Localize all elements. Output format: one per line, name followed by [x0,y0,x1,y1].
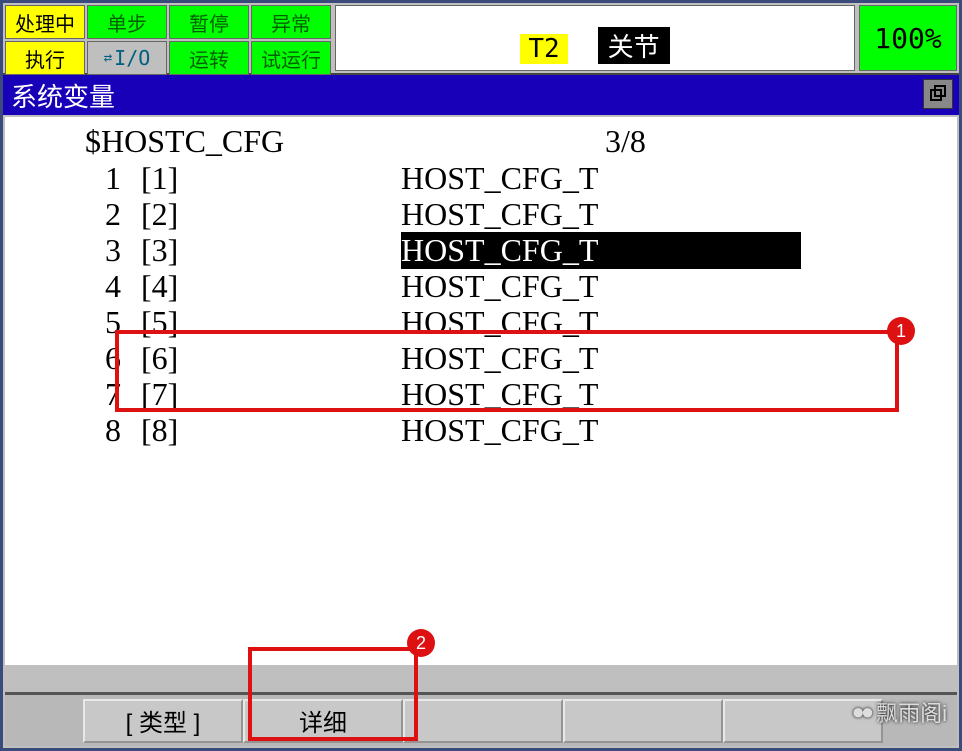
row-bracket: [8] [141,412,401,449]
row-bracket: [3] [141,232,401,269]
run-button[interactable]: 运转 [169,41,249,75]
row-value: HOST_CFG_T [401,196,801,233]
list-item[interactable]: 5[5]HOST_CFG_T [85,304,957,340]
row-bracket: [1] [141,160,401,197]
row-index: 1 [85,160,141,197]
row-bracket: [5] [141,304,401,341]
row-value: HOST_CFG_T [401,160,801,197]
variable-name: $HOSTC_CFG [85,123,605,160]
list-item[interactable]: 6[6]HOST_CFG_T [85,340,957,376]
f4-button[interactable] [563,699,723,743]
row-index: 4 [85,268,141,305]
list-item[interactable]: 7[7]HOST_CFG_T [85,376,957,412]
row-value: HOST_CFG_T [401,268,801,305]
cursor-position: 3/8 [605,123,646,160]
row-value: HOST_CFG_T [401,412,801,449]
row-index: 7 [85,376,141,413]
trial-run-button[interactable]: 试运行 [251,41,331,75]
watermark-text: 飘雨阁i [876,696,947,728]
row-index: 8 [85,412,141,449]
wechat-icon: ●● [852,699,871,725]
row-bracket: [6] [141,340,401,377]
row-index: 6 [85,340,141,377]
status-display: T2 关节 [335,5,855,71]
row-value: HOST_CFG_T [401,304,801,341]
top-status-bar: 处理中 单步 暂停 异常 执行 ⇄ I/O 运转 试运行 T2 关节 100% [3,3,959,75]
window-title-bar: 系统变量 [3,75,959,115]
row-index: 2 [85,196,141,233]
detail-button[interactable]: 详细 [243,699,403,743]
row-value: HOST_CFG_T [401,340,801,377]
execute-button[interactable]: 执行 [5,41,85,75]
io-label: I/O [114,46,150,70]
step-button[interactable]: 单步 [87,5,167,39]
list-item[interactable]: 4[4]HOST_CFG_T [85,268,957,304]
type-button[interactable]: [ 类型 ] [83,699,243,743]
variable-rows: 1[1]HOST_CFG_T2[2]HOST_CFG_T3[3]HOST_CFG… [5,160,957,448]
override-percent[interactable]: 100% [859,5,957,71]
row-bracket: [7] [141,376,401,413]
row-index: 5 [85,304,141,341]
io-button[interactable]: ⇄ I/O [87,41,167,75]
coord-badge: 关节 [598,27,670,64]
window-title: 系统变量 [11,77,115,114]
list-item[interactable]: 8[8]HOST_CFG_T [85,412,957,448]
pause-button[interactable]: 暂停 [169,5,249,39]
swap-icon: ⇄ [104,50,112,66]
list-item[interactable]: 2[2]HOST_CFG_T [85,196,957,232]
variable-header: $HOSTC_CFG 3/8 [5,123,957,160]
row-bracket: [2] [141,196,401,233]
abnormal-button[interactable]: 异常 [251,5,331,39]
function-key-bar: [ 类型 ] 详细 [5,692,957,746]
row-bracket: [4] [141,268,401,305]
window-restore-icon[interactable] [923,79,953,109]
main-content: $HOSTC_CFG 3/8 1[1]HOST_CFG_T2[2]HOST_CF… [5,117,957,665]
processing-button[interactable]: 处理中 [5,5,85,39]
row-index: 3 [85,232,141,269]
mode-badge: T2 [520,34,567,64]
row-value: HOST_CFG_T [401,232,801,269]
mode-button-grid: 处理中 单步 暂停 异常 执行 ⇄ I/O 运转 试运行 [3,3,333,73]
list-item[interactable]: 3[3]HOST_CFG_T [85,232,957,268]
list-item[interactable]: 1[1]HOST_CFG_T [85,160,957,196]
watermark: ●● 飘雨阁i [852,696,947,728]
row-value: HOST_CFG_T [401,376,801,413]
f3-button[interactable] [403,699,563,743]
